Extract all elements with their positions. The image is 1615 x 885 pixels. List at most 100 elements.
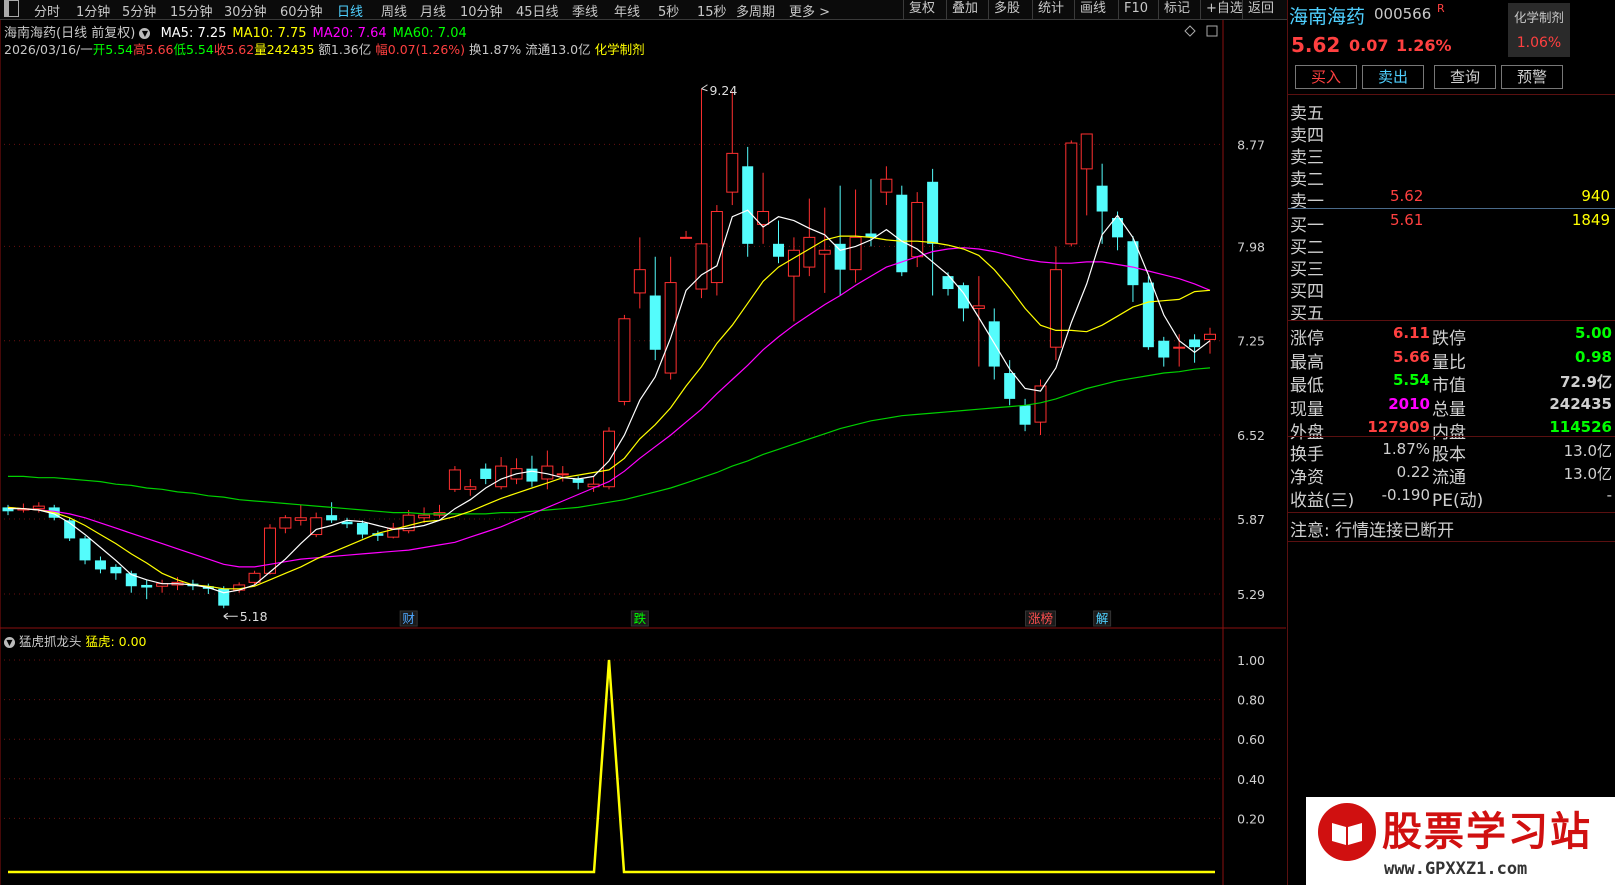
stats-row: 现量 2010 总量 242435 xyxy=(1290,394,1612,420)
candle-body xyxy=(141,584,153,588)
candle-body xyxy=(1158,340,1170,358)
y-tick-label: 0.20 xyxy=(1237,811,1265,826)
toolbar-button-3[interactable]: 统计 xyxy=(1032,0,1069,19)
period-tab-0[interactable]: 分时 xyxy=(34,1,60,20)
candle-body xyxy=(633,269,646,294)
candle-body xyxy=(818,249,831,255)
y-tick-label: 1.00 xyxy=(1237,653,1265,668)
bid-row[interactable]: 买四 xyxy=(1290,277,1612,302)
stat-label: 净资 xyxy=(1290,468,1324,488)
toolbar-button-7[interactable]: +自选 xyxy=(1200,0,1248,19)
period-tab-10[interactable]: 45日线 xyxy=(516,1,559,20)
period-tab-6[interactable]: 日线 xyxy=(337,1,363,20)
sell-button[interactable]: 卖出 xyxy=(1362,65,1424,89)
sector-box[interactable]: 化学制剂 1.06% xyxy=(1508,3,1570,57)
candle-body xyxy=(649,295,661,350)
candle-body xyxy=(541,465,554,480)
candle-body xyxy=(618,318,631,402)
stock-name: 海南海药 xyxy=(1289,6,1366,28)
toolbar-button-5[interactable]: F10 xyxy=(1118,0,1153,19)
toolbar-button-2[interactable]: 多股 xyxy=(988,0,1025,19)
period-tab-2[interactable]: 5分钟 xyxy=(122,1,156,20)
y-tick-label: 5.87 xyxy=(1237,512,1265,527)
period-tab-11[interactable]: 季线 xyxy=(572,1,598,20)
bid-row[interactable]: 买五 xyxy=(1290,299,1612,324)
bid-row[interactable]: 买三 xyxy=(1290,255,1612,280)
candle-body xyxy=(1189,339,1201,348)
last-price: 5.62 xyxy=(1291,33,1341,57)
candle-body xyxy=(942,276,954,290)
stat-label: 换手 xyxy=(1290,445,1324,465)
connection-notice: 注意: 行情连接已断开 xyxy=(1290,521,1455,541)
maximize-icon xyxy=(1206,25,1218,37)
toolbar-button-0[interactable]: 复权 xyxy=(903,0,940,19)
period-tab-3[interactable]: 15分钟 xyxy=(170,1,213,20)
candle-body xyxy=(710,211,723,284)
ask-row[interactable]: 卖三 xyxy=(1290,143,1612,168)
stats-row: 换手 1.87% 股本 13.0亿 xyxy=(1290,440,1612,465)
toolbar-button-8[interactable]: 返回 xyxy=(1242,0,1279,19)
stat-value: 127909 xyxy=(1367,418,1430,436)
y-tick-label: 8.77 xyxy=(1237,137,1265,152)
query-button[interactable]: 查询 xyxy=(1434,65,1496,89)
buy-button[interactable]: 买入 xyxy=(1295,65,1357,89)
collapse-icon[interactable]: ▼ xyxy=(4,637,15,648)
candle-body xyxy=(263,527,276,574)
candle-body xyxy=(1142,282,1154,348)
candle-body xyxy=(787,249,800,277)
period-tab-7[interactable]: 周线 xyxy=(381,1,407,20)
candle-body xyxy=(1065,142,1078,245)
period-tab-14[interactable]: 15秒 xyxy=(697,1,727,20)
window-menu-icon[interactable] xyxy=(4,0,19,17)
low-arrow-icon xyxy=(223,612,238,620)
indicator-line xyxy=(8,659,1215,874)
period-tab-1[interactable]: 1分钟 xyxy=(76,1,110,20)
stats-row: 最低 5.54 市值 72.9亿 xyxy=(1290,371,1612,396)
bid-row[interactable]: 买二 xyxy=(1290,233,1612,258)
candle-body xyxy=(927,181,939,244)
period-tab-12[interactable]: 年线 xyxy=(614,1,640,20)
event-tag: 跌 xyxy=(634,611,647,626)
y-tick-label: 7.25 xyxy=(1237,334,1265,349)
toolbar-button-6[interactable]: 标记 xyxy=(1158,0,1195,19)
candle-body xyxy=(1004,373,1016,399)
y-tick-label: 5.29 xyxy=(1237,587,1265,602)
ask-row[interactable]: 卖五 xyxy=(1290,99,1612,124)
candle-body xyxy=(849,236,862,271)
stats-row: 净资 0.22 流通 13.0亿 xyxy=(1290,463,1612,488)
candle-body xyxy=(742,166,754,244)
candle-body xyxy=(773,243,785,257)
period-tab-5[interactable]: 60分钟 xyxy=(280,1,323,20)
stat-value: - xyxy=(1606,486,1612,504)
period-tab-9[interactable]: 10分钟 xyxy=(460,1,503,20)
ask-row[interactable]: 卖一 5.62 940 xyxy=(1290,187,1612,212)
y-tick-label: 0.60 xyxy=(1237,732,1265,747)
ask-row[interactable]: 卖二 xyxy=(1290,165,1612,190)
period-tab-8[interactable]: 月线 xyxy=(420,1,446,20)
stat-value: 114526 xyxy=(1549,418,1612,436)
toolbar-button-4[interactable]: 画线 xyxy=(1074,0,1111,19)
level-volume: 1849 xyxy=(1571,211,1610,229)
candle-body xyxy=(279,517,292,529)
candle-body xyxy=(310,517,323,536)
alert-button[interactable]: 预警 xyxy=(1501,65,1563,89)
kline-chart[interactable]: 8.77 7.98 7.25 6.52 5.87 5.29 1.00 0.80 0.60 0.40… xyxy=(0,20,1286,885)
candle-body xyxy=(32,505,45,510)
candle-body xyxy=(448,469,461,490)
bid-row[interactable]: 买一 5.61 1849 xyxy=(1290,211,1612,236)
period-tab-13[interactable]: 5秒 xyxy=(658,1,679,20)
stat-label: 现量 xyxy=(1290,399,1324,420)
candle-body xyxy=(695,243,708,290)
stat-value: -0.190 xyxy=(1381,486,1430,504)
period-tab-16[interactable]: 更多 > xyxy=(789,1,830,20)
period-tab-4[interactable]: 30分钟 xyxy=(224,1,267,20)
ma5-line xyxy=(8,209,1211,594)
candle-body xyxy=(125,573,137,587)
stat-value: 242435 xyxy=(1549,394,1612,413)
candle-body xyxy=(803,236,816,268)
period-tab-15[interactable]: 多周期 xyxy=(736,1,775,20)
stat-value: 1.87% xyxy=(1382,440,1430,458)
toolbar-button-1[interactable]: 叠加 xyxy=(946,0,983,19)
ask-row[interactable]: 卖四 xyxy=(1290,121,1612,146)
diamond-icon xyxy=(1184,25,1196,37)
